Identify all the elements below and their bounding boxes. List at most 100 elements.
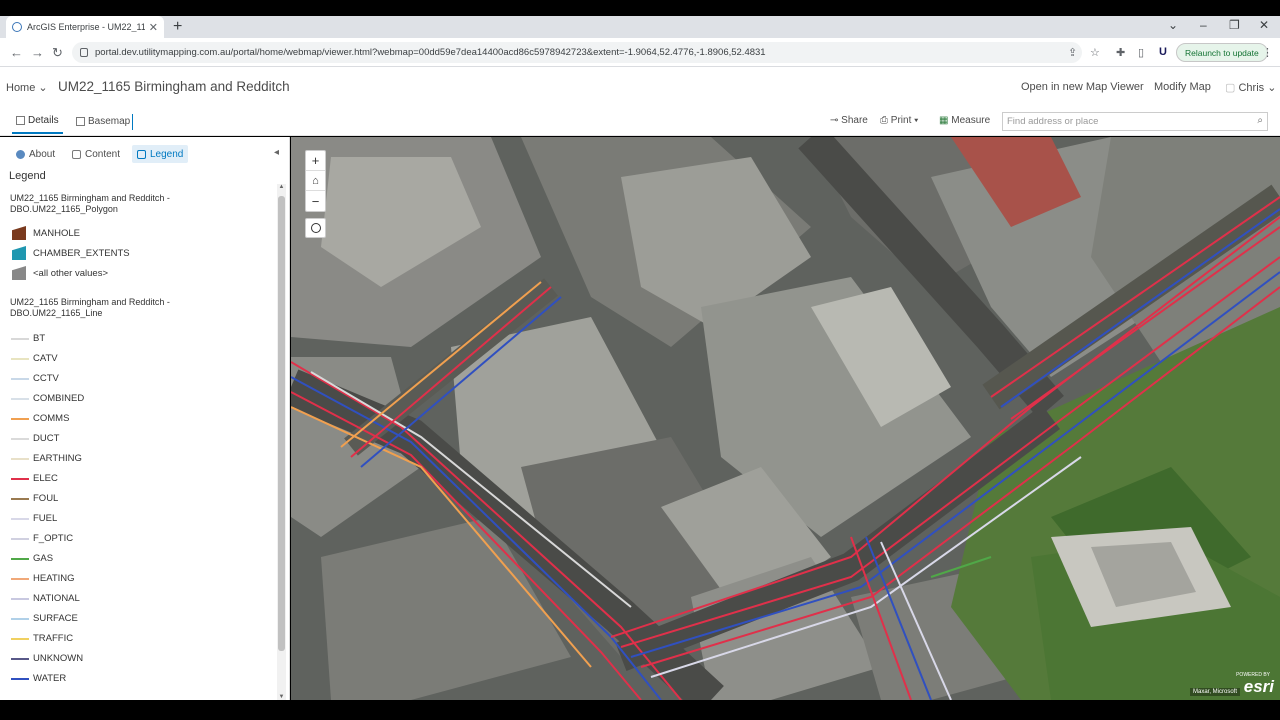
legend-line-swatch [11,358,29,360]
legend-label: Legend [150,148,184,160]
tab-details[interactable]: Details [12,108,63,134]
reload-icon[interactable]: ↻ [52,45,63,61]
map-attribution: Maxar, Microsoft [1189,688,1240,696]
page-title: UM22_1165 Birmingham and Redditch [58,79,290,94]
search-icon[interactable]: ⌕ [1257,115,1263,126]
tab-basemap[interactable]: Basemap [72,108,134,134]
share-icon: ⊸ [830,115,839,126]
close-window-icon[interactable]: ✕ [1259,18,1269,32]
legend-item-label: NATIONAL [33,593,80,604]
legend-line-swatch [11,558,29,560]
legend-line-swatch [11,678,29,680]
legend-item-label: COMBINED [33,393,85,404]
scrollbar-thumb[interactable] [278,196,285,651]
new-tab-icon[interactable]: + [173,18,182,36]
url-field[interactable]: portal.dev.utilitymapping.com.au/portal/… [72,42,1082,63]
home-extent-button[interactable]: ⌂ [306,171,325,191]
details-icon [16,115,25,125]
share-label: Share [841,115,868,126]
details-label: Details [28,114,59,126]
forward-icon[interactable]: → [31,45,44,60]
browser-tab[interactable]: ArcGIS Enterprise - UM22_1165 ✕ [6,16,164,38]
scroll-down-icon[interactable]: ▼ [277,694,286,700]
map-view[interactable]: + ⌂ − Maxar, Microsoft POWERED BY esri [291,137,1280,700]
globe-icon [12,22,22,32]
scroll-up-icon[interactable]: ▲ [277,184,286,190]
legend-item-label: CHAMBER_EXTENTS [33,248,130,259]
collapse-panel-icon[interactable]: ◂ [274,147,279,158]
legend-heading: Legend [9,170,46,182]
share-page-icon[interactable]: ⇪ [1068,46,1077,59]
home-menu[interactable]: Home ⌄ [6,81,48,94]
relaunch-button[interactable]: Relaunch to update [1176,43,1268,62]
tab-search-icon[interactable]: ⌄ [1168,18,1178,32]
url-text: portal.dev.utilitymapping.com.au/portal/… [95,47,766,58]
tab-title: ArcGIS Enterprise - UM22_1165 [27,22,145,32]
search-input[interactable]: Find address or place ⌕ [1002,112,1268,131]
legend-line-swatch [11,458,29,460]
tab-content[interactable]: Content [67,145,125,163]
map-toolbar: Details Basemap ⊸ Share ⎙ Print ▾ ▦ Meas… [0,108,1280,136]
legend-line-swatch [11,658,29,660]
more-menu-icon[interactable]: ⋮ [1262,46,1273,59]
legend-item-label: UNKNOWN [33,653,84,664]
zoom-in-button[interactable]: + [306,151,325,171]
share-button[interactable]: ⊸ Share [830,115,868,126]
legend-item-label: HEATING [33,573,75,584]
maximize-icon[interactable]: ❐ [1229,18,1240,32]
content-label: Content [85,148,121,160]
legend-line-swatch [11,538,29,540]
chevron-down-icon: ⌄ [38,82,48,94]
home-label: Home [6,82,36,94]
legend-item-label: MANHOLE [33,228,80,239]
legend-item-label: GAS [33,553,54,564]
legend-polygon-swatch [12,246,26,260]
legend-item-label: TRAFFIC [33,633,74,644]
panel-scrollbar[interactable]: ▲ ▼ [277,184,286,700]
extension-u-icon[interactable]: U [1159,46,1167,58]
extensions-icon[interactable]: ✚ [1116,46,1125,59]
legend-item-label: CCTV [33,373,59,384]
measure-button[interactable]: ▦ Measure [939,115,990,126]
measure-icon: ▦ [939,115,949,126]
minimize-icon[interactable]: – [1200,18,1207,32]
back-icon[interactable]: ← [10,45,23,60]
measure-label: Measure [951,115,991,126]
print-button[interactable]: ⎙ Print ▾ [880,115,918,126]
legend-item-label: F_OPTIC [33,533,74,544]
open-new-map-viewer-link[interactable]: Open in new Map Viewer [1021,81,1144,93]
legend-item-label: WATER [33,673,67,684]
legend-item-label: SURFACE [33,613,78,624]
tab-legend[interactable]: Legend [132,145,189,163]
legend-polygon-swatch [12,266,26,280]
toolbar-divider [132,114,133,130]
address-bar-row: ← → ↻ portal.dev.utilitymapping.com.au/p… [0,38,1280,67]
legend-item-label: EARTHING [33,453,82,464]
sidebar-icon[interactable]: ▯ [1138,46,1144,59]
zoom-control: + ⌂ − [305,150,326,212]
avatar: ▢ [1225,82,1236,94]
close-tab-icon[interactable]: ✕ [149,21,158,34]
user-name: Chris [1238,82,1265,94]
locate-button[interactable] [305,218,326,238]
legend-line-swatch [11,618,29,620]
legend-item-label: CATV [33,353,58,364]
legend-line-swatch [11,598,29,600]
bookmark-star-icon[interactable]: ☆ [1090,46,1100,59]
chevron-down-icon: ▾ [914,115,919,126]
zoom-out-button[interactable]: − [306,191,325,211]
legend-item-label: BT [33,333,46,344]
modify-map-link[interactable]: Modify Map [1154,81,1211,93]
tab-about[interactable]: About [11,145,60,163]
legend-line-swatch [11,578,29,580]
user-menu[interactable]: ▢ Chris ⌄ [1225,81,1276,94]
polygon-layer-title-line2: DBO.UM22_1165_Polygon [10,204,118,214]
basemap-grid-icon [76,116,85,126]
printer-icon: ⎙ [880,115,888,126]
legend-item-label: FOUL [33,493,59,504]
line-layer-title-line2: DBO.UM22_1165_Line [10,308,103,318]
line-layer-title: UM22_1165 Birmingham and Redditch - DBO.… [10,297,260,319]
basemap-label: Basemap [88,115,131,127]
chevron-down-icon: ⌄ [1267,82,1277,94]
about-label: About [29,148,56,160]
